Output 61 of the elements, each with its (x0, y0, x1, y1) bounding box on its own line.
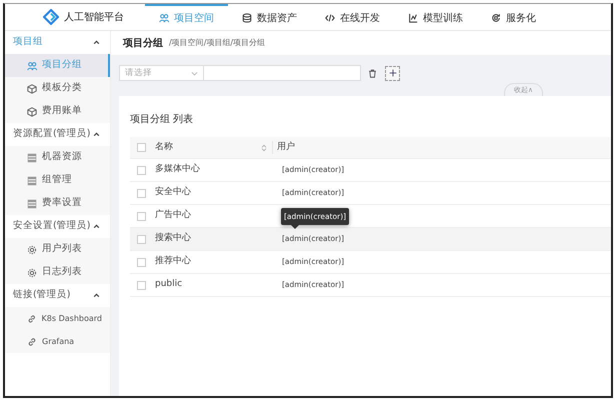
page-title: 项目分组 (123, 36, 163, 50)
checkbox[interactable] (137, 280, 146, 290)
gear-icon (27, 268, 37, 278)
chevron-down-icon (191, 70, 198, 76)
table-cell-text: 多媒体中心 (155, 163, 201, 176)
server-icon (27, 152, 37, 162)
table-cell-text: 推荐中心 (155, 255, 192, 268)
table-cell-text: 安全中心 (155, 186, 192, 200)
chart-icon (408, 13, 418, 23)
cube-icon (27, 106, 37, 116)
people-icon (159, 13, 169, 23)
plus-icon (388, 69, 396, 77)
chevron-up-icon (93, 292, 100, 299)
sidebar-item[interactable]: Grafana (5, 330, 110, 353)
app-title: 人工智能平台 (64, 10, 124, 24)
checkbox[interactable] (137, 234, 146, 244)
sort-icon (260, 144, 268, 152)
sidebar-group-header[interactable]: 链接(管理员) (5, 284, 110, 307)
column-header: 名称 (155, 140, 174, 154)
cycle-icon (491, 13, 501, 23)
chevron-up-icon (93, 131, 100, 138)
sidebar-item[interactable]: 组管理 (5, 169, 110, 192)
link-icon (27, 314, 37, 324)
checkbox[interactable] (137, 188, 146, 198)
sidebar-item[interactable]: 日志列表 (5, 261, 110, 284)
gear-icon (27, 244, 37, 254)
nav-tab[interactable]: 服务化 (477, 4, 550, 30)
breadcrumb: /项目空间/项目组/项目分组 (169, 37, 266, 49)
nav-tab[interactable]: 在线开发 (311, 4, 394, 30)
checkbox[interactable] (137, 166, 146, 174)
checkbox[interactable] (137, 212, 146, 220)
table-cell-text: 搜索中心 (155, 232, 192, 246)
nav-tab[interactable]: 模型训练 (394, 4, 477, 30)
code-icon (325, 13, 335, 23)
add-button[interactable] (385, 66, 400, 80)
cube-icon (27, 84, 37, 94)
table-cell-text: 广告中心 (155, 209, 192, 222)
link-icon (27, 336, 37, 346)
people-icon (27, 60, 37, 70)
sidebar-item[interactable]: 用户列表 (5, 238, 110, 261)
server-icon (27, 198, 37, 208)
sidebar-group-header[interactable]: 安全设置(管理员) (5, 215, 110, 238)
database-icon (242, 13, 252, 23)
sidebar-item[interactable]: K8s Dashboard (5, 307, 110, 330)
column-header: 用户 (272, 140, 295, 154)
logo-icon (43, 9, 59, 25)
server-icon (27, 176, 37, 186)
checkbox[interactable] (137, 258, 146, 266)
checkbox[interactable] (137, 143, 146, 152)
input-field[interactable] (204, 65, 361, 81)
nav-tab[interactable]: 数据资产 (228, 4, 311, 30)
chevron-up-icon (93, 223, 100, 230)
sidebar-item[interactable]: 模板分类 (5, 77, 110, 100)
table-title: 项目分组 列表 (130, 112, 194, 127)
chevron-up-icon (93, 39, 100, 46)
sidebar-group-header[interactable]: 资源配置(管理员) (5, 123, 110, 146)
trash-icon[interactable] (368, 68, 377, 78)
sidebar-item[interactable]: 费率设置 (5, 192, 110, 215)
sidebar-item[interactable]: 费用账单 (5, 100, 110, 123)
table-cell-text: public (155, 278, 184, 292)
sidebar-item[interactable]: 机器资源 (5, 146, 110, 169)
